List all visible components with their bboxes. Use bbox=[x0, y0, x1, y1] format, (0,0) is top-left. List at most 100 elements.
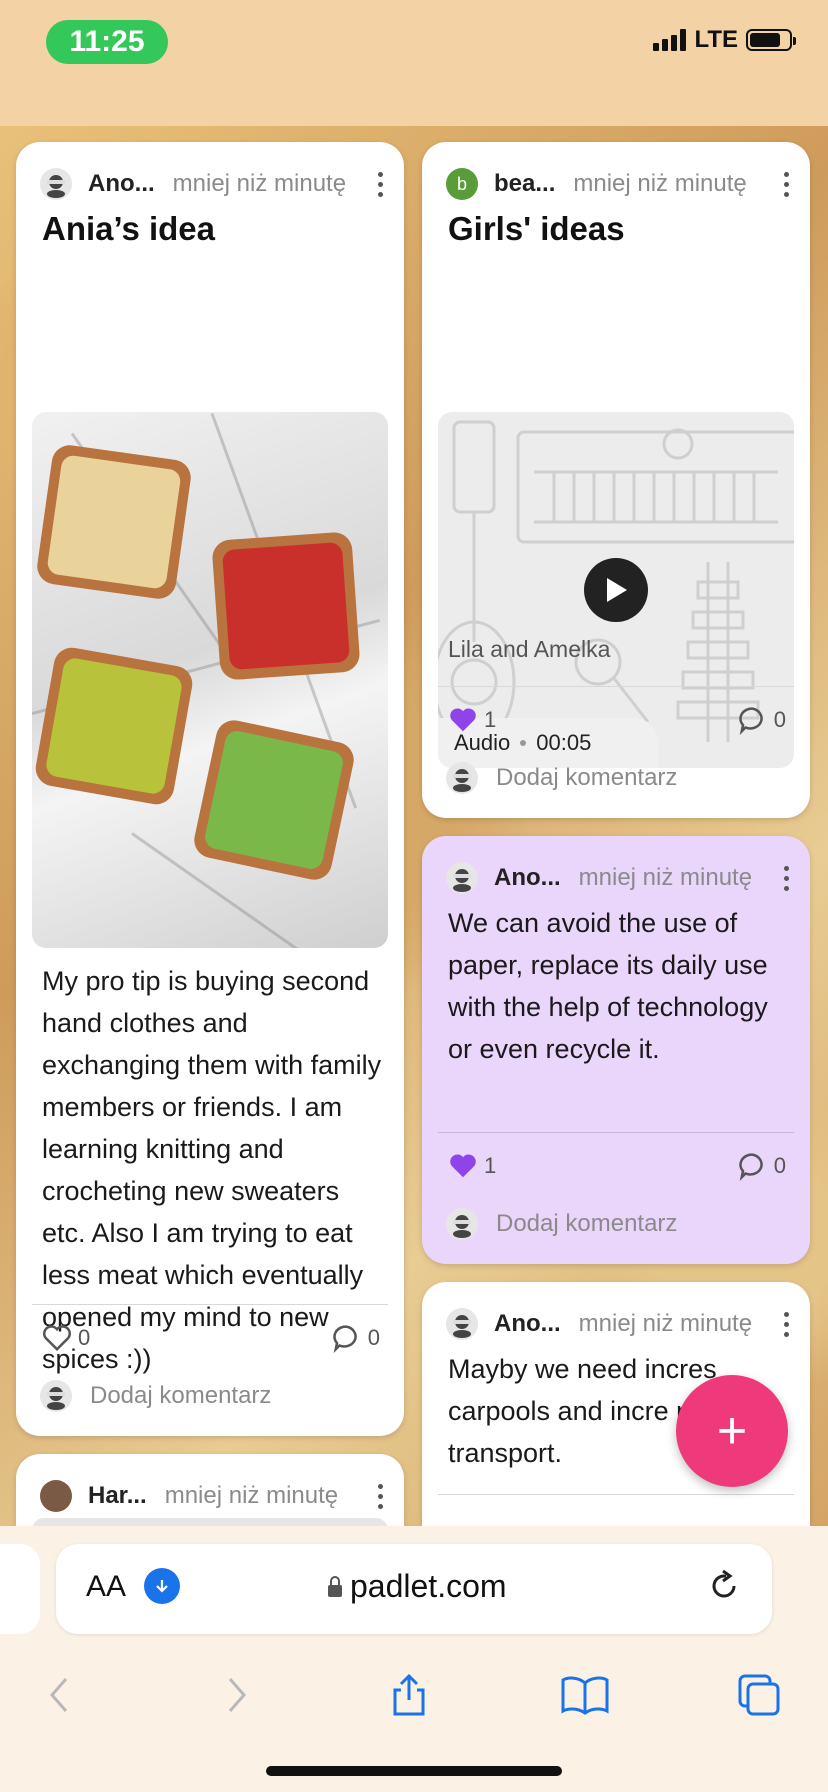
post-header: b bea... mniej niż minutę bbox=[446, 162, 790, 206]
post-title: Girls' ideas bbox=[448, 210, 625, 247]
more-options-icon[interactable] bbox=[782, 171, 790, 197]
post-divider bbox=[438, 1494, 794, 1495]
share-icon bbox=[393, 1673, 425, 1716]
text-size-button[interactable]: AA bbox=[86, 1570, 126, 1604]
add-comment-placeholder: Dodaj komentarz bbox=[496, 764, 678, 791]
play-button[interactable] bbox=[584, 558, 648, 622]
heart-filled-icon bbox=[450, 708, 476, 732]
comment-count: 0 bbox=[773, 1153, 786, 1178]
like-count: 1 bbox=[484, 707, 497, 732]
tabs-icon bbox=[738, 1674, 780, 1716]
browser-toolbar: AA padlet.com bbox=[0, 1526, 828, 1792]
more-options-icon[interactable] bbox=[376, 171, 384, 197]
previous-tab-peek[interactable] bbox=[0, 1544, 40, 1634]
back-button[interactable] bbox=[34, 1670, 84, 1720]
post-body: We can avoid the use of paper, replace i… bbox=[448, 908, 768, 1064]
post-header: Ano... mniej niż minutę bbox=[40, 162, 384, 206]
status-indicators: LTE bbox=[653, 26, 796, 54]
like-button[interactable]: 1 bbox=[448, 706, 496, 734]
comments-button[interactable]: 0 bbox=[332, 1323, 380, 1353]
download-icon[interactable] bbox=[144, 1568, 180, 1604]
post-timestamp: mniej niż minutę bbox=[172, 170, 347, 197]
address-bar[interactable]: AA padlet.com bbox=[56, 1544, 772, 1634]
post-author[interactable]: Har... bbox=[88, 1482, 147, 1510]
post-header: Ano... mniej niż minutę bbox=[446, 856, 790, 900]
post-timestamp: mniej niż minutę bbox=[578, 1310, 753, 1337]
post-divider bbox=[438, 1132, 794, 1133]
post-author[interactable]: bea... bbox=[494, 170, 555, 198]
like-button[interactable]: 0 bbox=[42, 1324, 90, 1352]
post-card-ania[interactable]: Ano... mniej niż minutę Ania’s idea My p… bbox=[16, 142, 404, 1436]
more-options-icon[interactable] bbox=[376, 1483, 384, 1509]
reload-icon[interactable] bbox=[706, 1568, 742, 1604]
post-card-girls-ideas[interactable]: b bea... mniej niż minutę Girls' ideas A… bbox=[422, 142, 810, 818]
add-comment-field[interactable]: Dodaj komentarz bbox=[446, 1204, 790, 1244]
anonymous-avatar-icon bbox=[446, 762, 478, 794]
share-button[interactable] bbox=[384, 1670, 434, 1720]
post-author[interactable]: Ano... bbox=[494, 864, 561, 892]
network-label: LTE bbox=[694, 26, 738, 53]
separator-dot bbox=[520, 740, 527, 746]
tabs-button[interactable] bbox=[734, 1670, 784, 1720]
post-timestamp: mniej niż minutę bbox=[578, 864, 753, 891]
home-indicator bbox=[266, 1766, 562, 1776]
anonymous-avatar-icon bbox=[446, 862, 478, 894]
post-divider bbox=[438, 686, 794, 687]
add-comment-field[interactable]: Dodaj komentarz bbox=[40, 1376, 384, 1416]
post-header: Ano... mniej niż minutę bbox=[446, 1302, 790, 1346]
post-actions: 1 0 bbox=[448, 702, 786, 738]
user-avatar bbox=[40, 1480, 72, 1512]
like-count: 1 bbox=[484, 1153, 497, 1178]
post-author[interactable]: Ano... bbox=[494, 1310, 561, 1338]
url-text: padlet.com bbox=[350, 1568, 507, 1604]
anonymous-avatar-icon bbox=[446, 1208, 478, 1240]
bookmarks-button[interactable] bbox=[560, 1670, 610, 1720]
post-title: Ania’s idea bbox=[42, 210, 216, 247]
post-actions: 0 0 bbox=[42, 1320, 380, 1356]
more-options-icon[interactable] bbox=[782, 1311, 790, 1337]
comment-icon bbox=[738, 1153, 763, 1181]
browser-nav bbox=[0, 1670, 828, 1740]
post-header: Har... mniej niż minutę bbox=[40, 1474, 384, 1518]
chevron-left-icon bbox=[50, 1678, 68, 1712]
post-timestamp: mniej niż minutę bbox=[573, 170, 747, 197]
comment-icon bbox=[738, 707, 763, 735]
battery-icon bbox=[746, 29, 796, 51]
forward-button[interactable] bbox=[212, 1670, 262, 1720]
play-icon bbox=[607, 578, 627, 602]
add-comment-placeholder: Dodaj komentarz bbox=[90, 1382, 272, 1409]
post-actions: 1 0 bbox=[448, 1148, 786, 1184]
like-count: 0 bbox=[78, 1325, 91, 1350]
anonymous-avatar-icon bbox=[40, 1380, 72, 1412]
like-button[interactable]: 1 bbox=[448, 1152, 496, 1180]
user-avatar: b bbox=[446, 168, 478, 200]
anonymous-avatar-icon bbox=[40, 168, 72, 200]
chevron-right-icon bbox=[228, 1678, 246, 1712]
status-time: 11:25 bbox=[46, 20, 168, 64]
add-comment-field[interactable]: Dodaj komentarz bbox=[446, 758, 790, 798]
heart-filled-icon bbox=[450, 1154, 476, 1178]
book-icon bbox=[561, 1676, 609, 1715]
add-comment-placeholder: Dodaj komentarz bbox=[496, 1210, 678, 1237]
post-card-paper[interactable]: Ano... mniej niż minutę We can avoid the… bbox=[422, 836, 810, 1264]
comment-icon bbox=[332, 1325, 357, 1353]
lock-icon bbox=[328, 1575, 342, 1597]
anonymous-avatar-icon bbox=[446, 1308, 478, 1340]
comment-count: 0 bbox=[773, 707, 786, 732]
post-timestamp: mniej niż minutę bbox=[164, 1482, 339, 1509]
url-display[interactable]: padlet.com bbox=[326, 1568, 507, 1605]
comment-count: 0 bbox=[367, 1325, 380, 1350]
post-author[interactable]: Ano... bbox=[88, 170, 155, 198]
status-bar: 11:25 LTE bbox=[0, 0, 828, 96]
post-body: My pro tip is buying second hand clothes… bbox=[42, 966, 382, 1374]
post-divider bbox=[32, 1304, 388, 1305]
more-options-icon[interactable] bbox=[782, 865, 790, 891]
add-post-button[interactable]: + bbox=[676, 1375, 788, 1487]
post-image-food-toasts[interactable] bbox=[32, 412, 388, 948]
signal-icon bbox=[653, 29, 687, 51]
header-strip bbox=[0, 96, 828, 126]
comments-button[interactable]: 0 bbox=[738, 1151, 786, 1181]
heart-outline-icon bbox=[43, 1325, 71, 1352]
comments-button[interactable]: 0 bbox=[738, 705, 786, 735]
post-caption: Lila and Amelka bbox=[448, 636, 611, 662]
